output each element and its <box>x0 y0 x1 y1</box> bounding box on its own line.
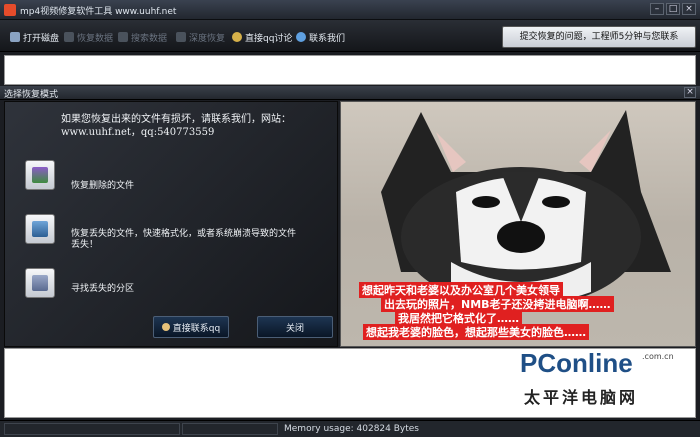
close-icon[interactable]: × <box>682 3 696 15</box>
qq-icon <box>232 32 242 42</box>
watermark-brand: PConline <box>520 348 633 378</box>
recover-data-button[interactable]: 恢复数据 <box>64 30 113 44</box>
app-logo-icon <box>4 4 16 16</box>
status-bar: Memory usage: 402824 Bytes <box>0 420 700 437</box>
pconline-watermark: PConline .com.cn 太平洋电脑网 <box>514 338 700 420</box>
find-partition-icon <box>25 268 55 298</box>
open-disk-button[interactable]: 打开磁盘 <box>10 30 59 44</box>
recovery-mode-panel: 如果您恢复出来的文件有损坏，请联系我们，网站：www.uuhf.net，qq:5… <box>4 101 338 347</box>
consult-button[interactable]: 提交恢复的问题，工程师5分钟与您联系 <box>502 26 696 48</box>
contact-icon <box>296 32 306 42</box>
deep-scan-icon <box>176 32 186 42</box>
qq-discuss-button[interactable]: 直接qq讨论 <box>232 30 292 44</box>
maximize-icon[interactable]: □ <box>666 3 680 15</box>
status-segment <box>182 423 278 435</box>
option-recover-deleted[interactable]: 恢复删除的文件 <box>25 160 325 194</box>
recover-icon <box>64 32 74 42</box>
search-icon <box>118 32 128 42</box>
dialog-title: 选择恢复模式 <box>4 90 59 100</box>
path-area <box>4 55 696 85</box>
watermark-url: .com.cn <box>642 352 674 361</box>
title-bar: mp4视频修复软件工具 www.uuhf.net – □ × <box>0 0 700 20</box>
meme-photo: 想起昨天和老婆以及办公室几个美女领导 出去玩的照片，NMB老子还没拷进电脑啊……… <box>340 101 696 347</box>
option-label: 恢复删除的文件 <box>71 181 135 191</box>
search-data-button[interactable]: 搜索数据 <box>118 30 167 44</box>
recover-deleted-icon <box>25 160 55 190</box>
dialog-close-icon[interactable]: × <box>684 87 696 98</box>
option-label: 恢复丢失的文件，快速格式化，或者系统崩溃导致的文件丢失！ <box>71 229 297 250</box>
memory-usage: Memory usage: 402824 Bytes <box>284 424 419 434</box>
window-controls: – □ × <box>650 3 696 15</box>
watermark-cn: 太平洋电脑网 <box>524 388 639 407</box>
option-find-partition[interactable]: 寻找丢失的分区 <box>25 268 325 302</box>
disk-icon <box>10 32 20 42</box>
contact-us-button[interactable]: 联系我们 <box>296 30 345 44</box>
dialog-title-bar: 选择恢复模式 × <box>0 86 700 100</box>
deep-recover-button[interactable]: 深度恢复 <box>176 30 225 44</box>
contact-qq-button[interactable]: 直接联系qq <box>153 316 229 338</box>
user-icon <box>161 323 170 331</box>
window-title: mp4视频修复软件工具 www.uuhf.net <box>20 7 177 17</box>
option-label: 寻找丢失的分区 <box>71 284 135 294</box>
status-segment <box>4 423 180 435</box>
intro-text: 如果您恢复出来的文件有损坏，请联系我们，网站：www.uuhf.net，qq:5… <box>61 114 291 138</box>
recover-lost-icon <box>25 214 55 244</box>
minimize-icon[interactable]: – <box>650 3 664 15</box>
close-button[interactable]: 关闭 <box>257 316 333 338</box>
option-recover-lost[interactable]: 恢复丢失的文件，快速格式化，或者系统崩溃导致的文件丢失！ <box>25 214 325 250</box>
